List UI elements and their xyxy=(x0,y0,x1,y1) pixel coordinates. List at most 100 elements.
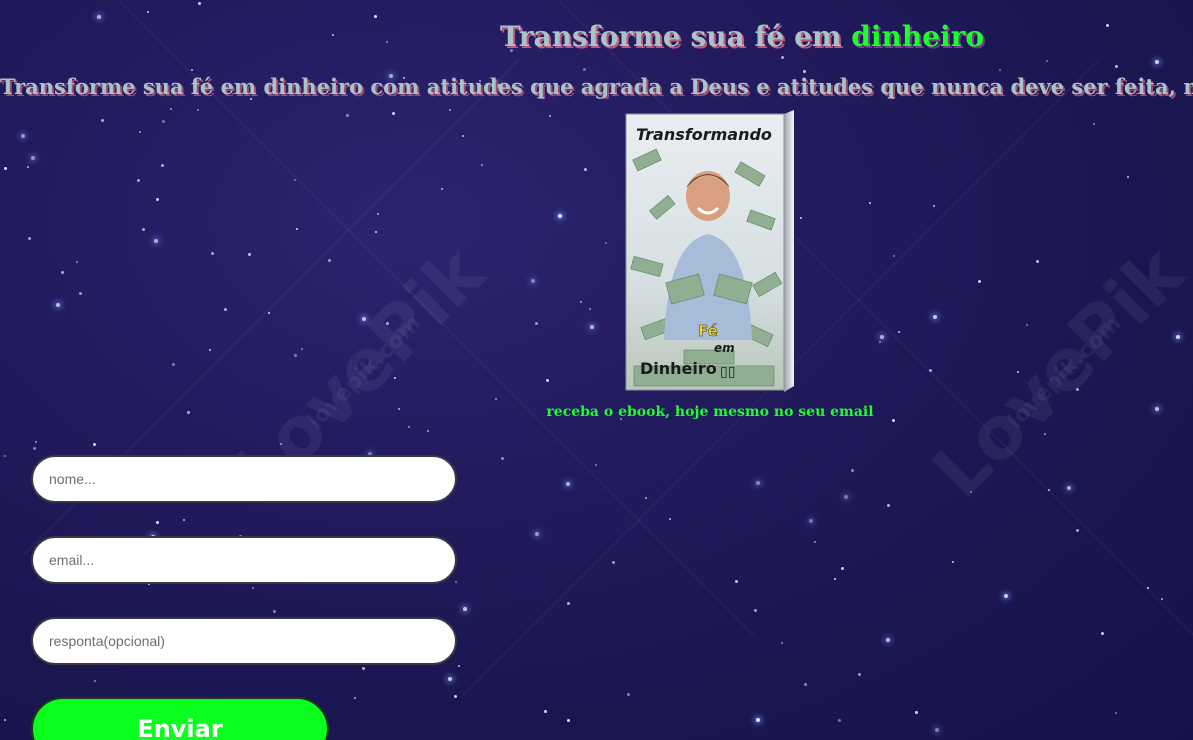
star-dot xyxy=(392,112,395,115)
star-dot xyxy=(803,70,806,73)
star-dot xyxy=(28,237,31,240)
star-dot xyxy=(139,131,141,133)
ebook-cover-glyphs: ▯▯ xyxy=(720,364,735,380)
star-dot xyxy=(549,115,551,117)
star-dot xyxy=(156,198,159,201)
star-dot xyxy=(408,426,410,428)
star-dot xyxy=(501,457,504,460)
star-dot xyxy=(851,469,854,472)
star-dot xyxy=(386,41,388,43)
star-dot xyxy=(346,114,349,117)
star-dot xyxy=(31,156,35,160)
star-dot xyxy=(147,11,149,13)
star-dot xyxy=(449,109,451,111)
star-dot xyxy=(809,519,813,523)
star-dot xyxy=(94,680,96,682)
star-dot xyxy=(137,179,140,182)
star-dot xyxy=(915,711,918,714)
star-dot xyxy=(268,312,270,314)
star-dot xyxy=(197,109,199,111)
submit-button[interactable]: Enviar xyxy=(31,697,329,740)
star-dot xyxy=(627,693,630,696)
star-dot xyxy=(584,168,587,171)
star-dot xyxy=(544,710,547,713)
star-dot xyxy=(362,667,365,670)
star-dot xyxy=(93,443,96,446)
star-dot xyxy=(4,455,6,457)
star-dot xyxy=(879,341,881,343)
star-dot xyxy=(56,303,60,307)
watermark-text: LovePik xyxy=(916,230,1193,514)
name-input[interactable] xyxy=(31,455,457,503)
star-dot xyxy=(4,167,7,170)
star-dot xyxy=(1115,65,1118,68)
star-dot xyxy=(887,504,890,507)
star-dot xyxy=(567,602,570,605)
star-dot xyxy=(858,673,861,676)
ebook-caption: receba o ebook, hoje mesmo no seu email xyxy=(546,404,874,420)
email-input[interactable] xyxy=(31,536,457,584)
star-dot xyxy=(172,363,175,366)
page-title-accent: dinheiro xyxy=(851,20,985,53)
star-dot xyxy=(978,280,981,283)
page-subtitle: Transforme sua fé em dinheiro com atitud… xyxy=(0,74,1193,99)
star-dot xyxy=(4,719,6,721)
star-dot xyxy=(838,719,841,722)
star-dot xyxy=(1161,598,1163,600)
star-dot xyxy=(834,578,836,580)
star-dot xyxy=(362,317,366,321)
star-dot xyxy=(1176,335,1180,339)
star-dot xyxy=(427,430,429,432)
star-dot xyxy=(61,271,64,274)
star-dot xyxy=(595,464,597,466)
star-dot xyxy=(1067,486,1071,490)
star-dot xyxy=(101,119,104,122)
star-dot xyxy=(804,683,807,686)
star-dot xyxy=(455,581,457,583)
star-dot xyxy=(1115,712,1117,714)
answer-input[interactable] xyxy=(31,617,457,665)
star-dot xyxy=(1106,24,1109,27)
star-dot xyxy=(191,69,193,71)
star-dot xyxy=(394,377,396,379)
star-dot xyxy=(156,521,159,524)
star-dot xyxy=(161,164,164,167)
star-dot xyxy=(170,108,172,110)
star-dot xyxy=(1044,433,1046,435)
star-dot xyxy=(377,213,379,215)
star-dot xyxy=(880,335,884,339)
star-dot xyxy=(800,217,802,219)
star-dot xyxy=(583,68,586,71)
ebook-cover-fe: Fé xyxy=(698,322,718,340)
star-dot xyxy=(296,228,298,230)
star-dot xyxy=(1048,489,1050,491)
star-dot xyxy=(933,315,937,319)
star-dot xyxy=(669,518,671,520)
page-title: Transforme sua fé em dinheiro xyxy=(500,20,984,53)
star-dot xyxy=(183,519,185,521)
star-dot xyxy=(454,695,457,698)
star-dot xyxy=(27,166,29,168)
star-dot xyxy=(566,482,570,486)
star-dot xyxy=(1076,529,1079,532)
star-dot xyxy=(1036,260,1039,263)
star-dot xyxy=(280,443,282,445)
star-dot xyxy=(332,34,334,36)
star-dot xyxy=(1026,324,1028,326)
star-dot xyxy=(1076,388,1079,391)
star-dot xyxy=(531,279,535,283)
star-dot xyxy=(580,301,582,303)
star-dot xyxy=(535,532,539,536)
star-dot xyxy=(162,120,165,123)
ebook-cover-title: Transformando xyxy=(636,125,772,144)
star-dot xyxy=(481,164,483,166)
star-dot xyxy=(441,188,443,190)
star-dot xyxy=(21,134,25,138)
star-dot xyxy=(1093,123,1095,125)
star-dot xyxy=(612,561,615,564)
star-dot xyxy=(999,69,1001,71)
star-dot xyxy=(841,567,844,570)
ebook-cover-dinheiro: Dinheiro xyxy=(640,359,717,378)
ebook-cover-image: Transformando Fé em Dinheiro ▯▯ xyxy=(625,110,794,392)
star-dot xyxy=(645,497,647,499)
